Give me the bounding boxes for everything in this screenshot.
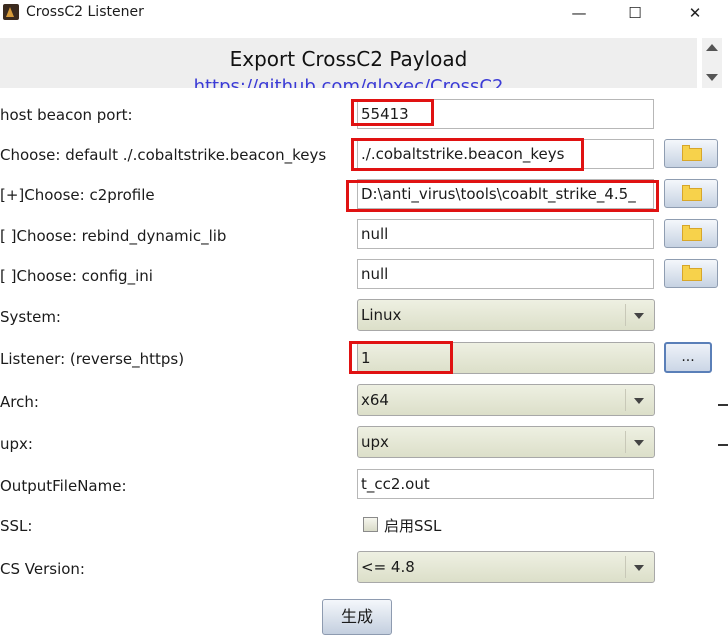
chevron-down-icon[interactable] [634, 440, 644, 446]
rebind-browse-button[interactable] [664, 219, 718, 248]
arch-select[interactable]: x64 [357, 384, 655, 416]
config-label: [ ]Choose: config_ini [0, 267, 153, 285]
combo-divider [625, 431, 626, 453]
combo-divider [625, 304, 626, 326]
port-input[interactable]: 55413 [357, 99, 654, 129]
ssl-label: SSL: [0, 517, 33, 535]
ssl-checkbox-label[interactable]: 启用SSL [384, 515, 441, 536]
upx-select[interactable]: upx [357, 426, 655, 458]
rebind-label: [ ]Choose: rebind_dynamic_lib [0, 227, 227, 245]
window-title: CrossC2 Listener [26, 4, 144, 20]
output-input[interactable]: t_cc2.out [357, 469, 654, 499]
folder-icon [682, 185, 702, 201]
scroll-up-icon[interactable] [706, 44, 718, 51]
folder-icon [682, 265, 702, 281]
listener-label: Listener: (reverse_https) [0, 350, 185, 368]
keys-browse-button[interactable] [664, 139, 718, 168]
header-link[interactable]: https://github.com/gloxec/CrossC2 [0, 76, 697, 88]
keys-label: Choose: default ./.cobaltstrike.beacon_k… [0, 146, 327, 164]
system-select[interactable]: Linux [357, 299, 655, 331]
arch-label: Arch: [0, 393, 39, 411]
combo-divider [625, 556, 626, 578]
arch-select-value: x64 [361, 391, 389, 409]
listener-value: 1 [361, 349, 371, 367]
cs-version-label: CS Version: [0, 560, 85, 578]
header-title: Export CrossC2 Payload [229, 47, 468, 71]
edge-mark [718, 404, 728, 406]
port-label: host beacon port: [0, 106, 133, 124]
close-button[interactable]: ✕ [672, 0, 718, 28]
cs-version-select[interactable]: <= 4.8 [357, 551, 655, 583]
folder-icon [682, 145, 702, 161]
header-scrollbar[interactable] [702, 38, 722, 88]
profile-browse-button[interactable] [664, 179, 718, 208]
combo-divider [625, 389, 626, 411]
upx-select-value: upx [361, 433, 389, 451]
listener-choose-button[interactable]: ... [664, 342, 712, 373]
system-select-value: Linux [361, 306, 402, 324]
chevron-down-icon[interactable] [634, 398, 644, 404]
keys-input[interactable]: ./.cobaltstrike.beacon_keys [357, 139, 654, 169]
edge-mark [718, 444, 728, 446]
listener-field[interactable]: 1 [357, 342, 655, 374]
folder-icon [682, 225, 702, 241]
chevron-down-icon[interactable] [634, 313, 644, 319]
minimize-button[interactable]: — [556, 0, 602, 28]
config-input[interactable]: null [357, 259, 654, 289]
system-label: System: [0, 308, 61, 326]
title-bar: CrossC2 Listener — ☐ ✕ [0, 0, 728, 28]
upx-label: upx: [0, 435, 33, 453]
header-panel: Export CrossC2 Payload https://github.co… [0, 38, 697, 88]
rebind-input[interactable]: null [357, 219, 654, 249]
ssl-checkbox[interactable] [363, 517, 378, 532]
generate-button[interactable]: 生成 [322, 599, 392, 635]
config-browse-button[interactable] [664, 259, 718, 288]
profile-input[interactable]: D:\anti_virus\tools\coablt_strike_4.5_ [357, 179, 654, 209]
chevron-down-icon[interactable] [634, 565, 644, 571]
app-icon [3, 4, 19, 20]
cs-version-value: <= 4.8 [361, 558, 415, 576]
profile-label: [+]Choose: c2profile [0, 186, 155, 204]
maximize-button[interactable]: ☐ [612, 0, 658, 28]
output-label: OutputFileName: [0, 477, 127, 495]
scroll-down-icon[interactable] [706, 74, 718, 81]
